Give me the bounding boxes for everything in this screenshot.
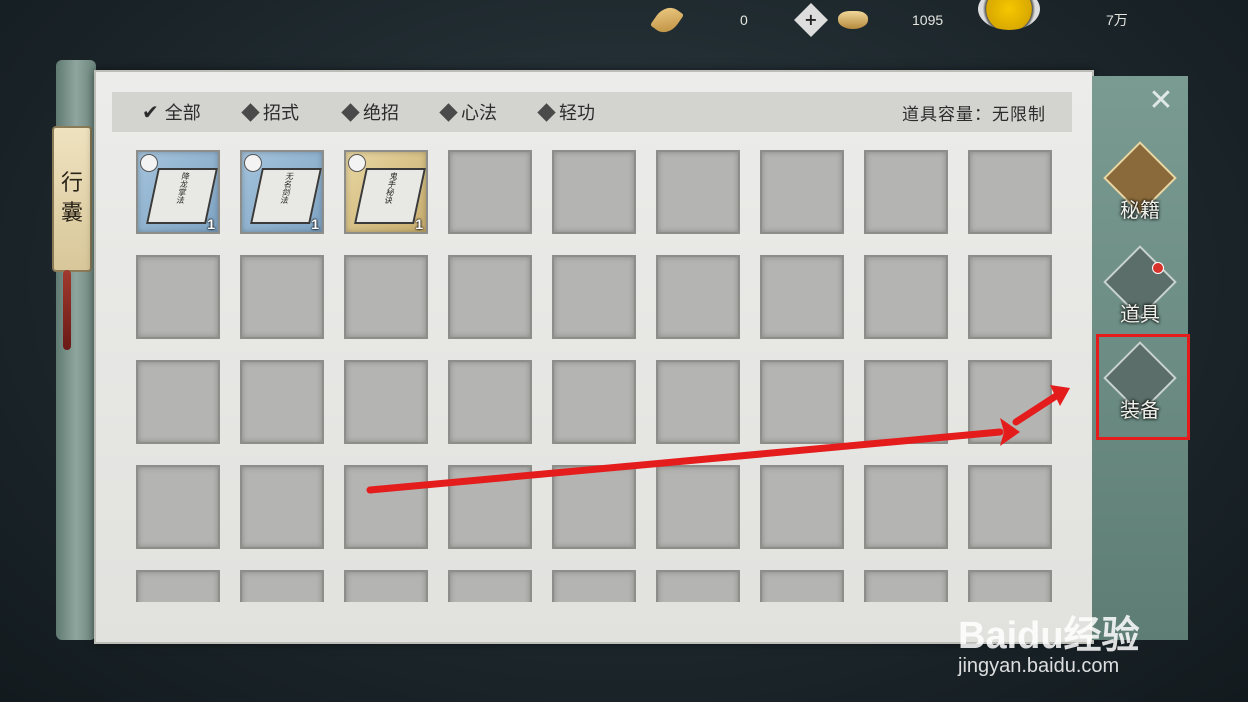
watermark-logo: Baidu经验 — [958, 615, 1140, 657]
watermark-url: jingyan.baidu.com — [958, 655, 1120, 677]
watermark: Baidu经验 jingyan.baidu.com — [958, 604, 1188, 678]
annotation-arrow — [366, 385, 1070, 494]
